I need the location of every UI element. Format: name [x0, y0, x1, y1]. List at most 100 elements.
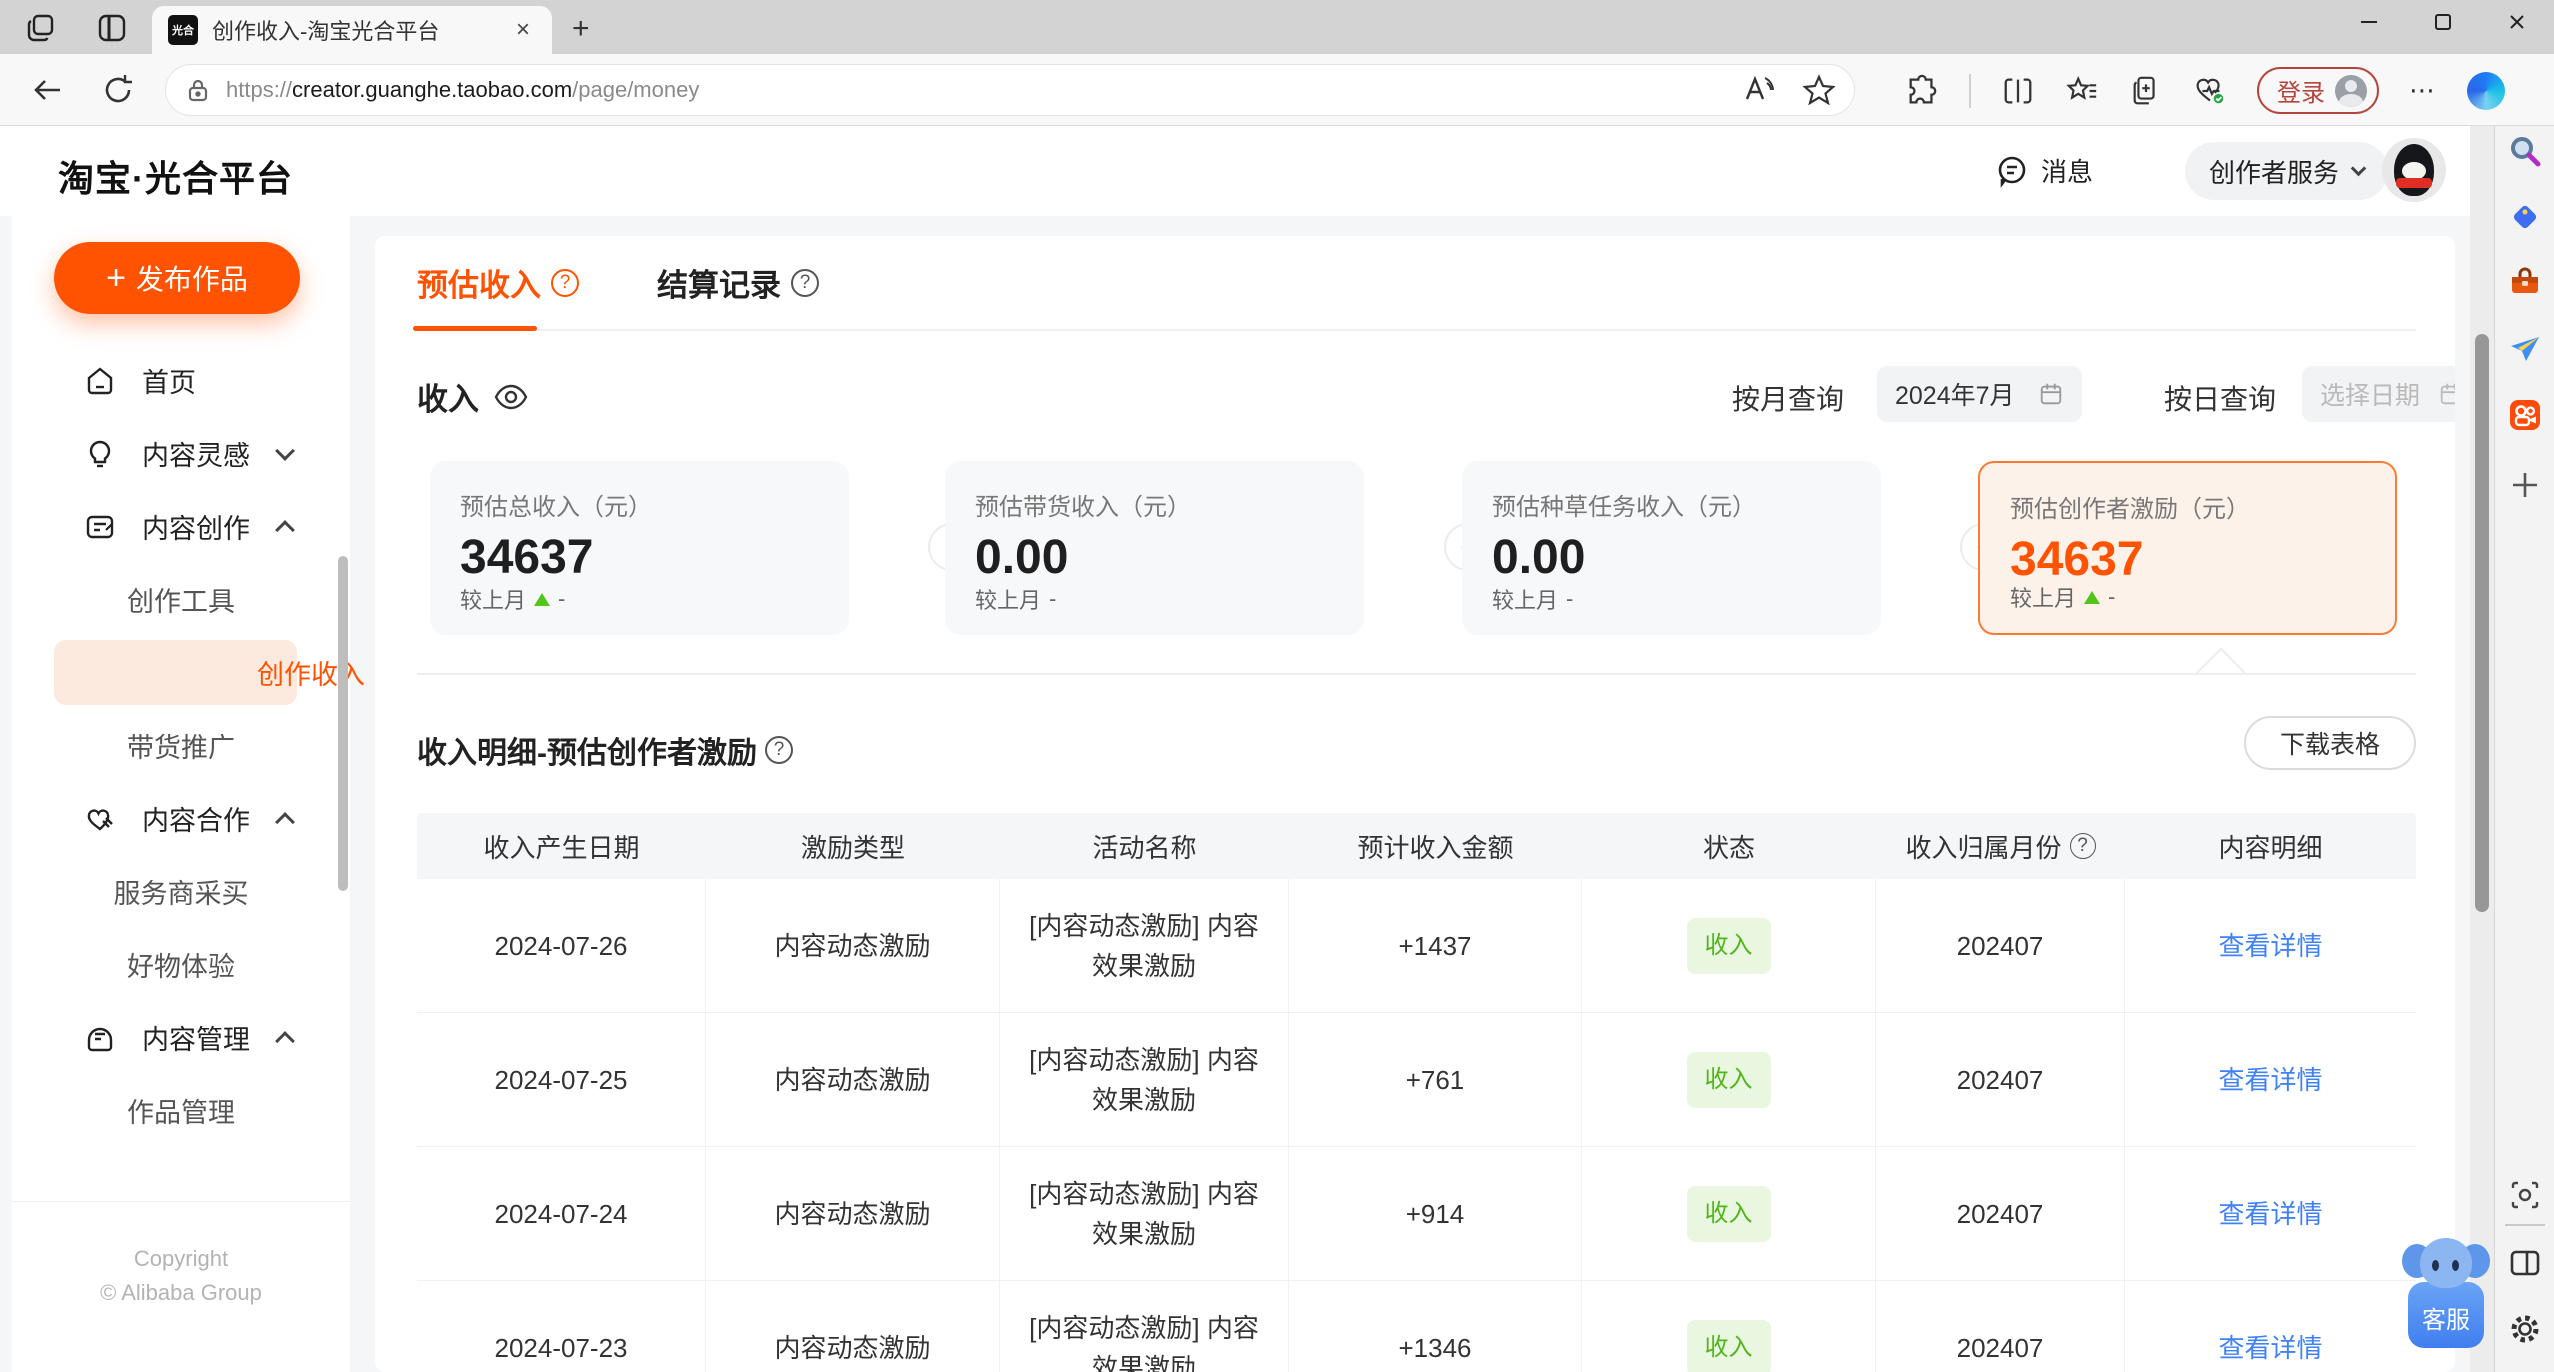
- sidebar-item-creation-tools[interactable]: 创作工具: [12, 563, 350, 636]
- archive-icon: [87, 1027, 113, 1051]
- maximize-button[interactable]: [2406, 0, 2480, 44]
- tab-strip: 光合 创作收入-淘宝光合平台 × +: [0, 0, 2554, 54]
- view-detail-link[interactable]: 查看详情: [2218, 926, 2322, 966]
- month-picker[interactable]: 2024年7月: [1877, 366, 2082, 422]
- split-screen-icon[interactable]: [2001, 74, 2035, 108]
- help-icon[interactable]: ?: [791, 268, 819, 297]
- customer-service-button[interactable]: 客服: [2402, 1238, 2490, 1348]
- browser-toolbar: https://creator.guanghe.taobao.com/page/…: [0, 54, 2554, 126]
- view-detail-link[interactable]: 查看详情: [2218, 1060, 2322, 1100]
- messages-button[interactable]: 消息: [1995, 152, 2093, 189]
- status-badge: 收入: [1686, 1051, 1771, 1108]
- query-by-month-label: 按月查询: [1732, 384, 1845, 415]
- chevron-up-icon: [275, 811, 295, 832]
- tabs-divider: [417, 329, 2416, 331]
- view-detail-link[interactable]: 查看详情: [2218, 1328, 2322, 1368]
- tab-close-icon[interactable]: ×: [510, 16, 536, 44]
- message-icon: [1998, 156, 2026, 188]
- browser-tab[interactable]: 光合 创作收入-淘宝光合平台 ×: [152, 6, 552, 54]
- page-scrollbar-thumb[interactable]: [2475, 334, 2489, 912]
- plus-icon: +: [106, 258, 126, 297]
- income-table: 收入产生日期 激励类型 活动名称 预计收入金额 状态 收入归属月份? 内容明细 …: [417, 813, 2416, 1372]
- col-header-type: 激励类型: [800, 832, 905, 863]
- favorite-star-icon[interactable]: [1802, 73, 1836, 107]
- sidebar-screenshot-icon[interactable]: [2508, 1178, 2542, 1212]
- chevron-up-icon: [275, 519, 295, 540]
- settings-more-icon[interactable]: ⋯: [2409, 75, 2437, 106]
- workspaces-icon[interactable]: [26, 12, 58, 44]
- sidebar-item-works-management[interactable]: 作品管理: [12, 1074, 350, 1147]
- up-arrow-icon: [2084, 590, 2101, 604]
- help-icon[interactable]: ?: [2069, 833, 2096, 859]
- site-header: 淘宝·光合平台 消息 创作者服务: [0, 126, 2494, 216]
- card-sales-income: 预估带货收入（元） 0.00 较上月 -: [945, 461, 1364, 635]
- sidebar-item-creation[interactable]: 内容创作: [12, 490, 350, 563]
- sidebar-layout-icon[interactable]: [2508, 1246, 2542, 1280]
- tab-estimated-income[interactable]: 预估收入 ?: [417, 260, 579, 305]
- address-bar[interactable]: https://creator.guanghe.taobao.com/page/…: [165, 64, 1855, 116]
- tab-title: 创作收入-淘宝光合平台: [212, 19, 440, 44]
- status-badge: 收入: [1686, 1185, 1771, 1242]
- creator-service-dropdown[interactable]: 创作者服务: [2185, 142, 2389, 200]
- edit-icon: [86, 515, 114, 538]
- date-picker[interactable]: 选择日期: [2302, 366, 2455, 422]
- sidebar-shopping-icon[interactable]: [2508, 200, 2542, 234]
- sidebar-item-service-purchase[interactable]: 服务商采买: [12, 855, 350, 928]
- url-text: https://creator.guanghe.taobao.com/page/…: [226, 77, 700, 102]
- publish-work-button[interactable]: + 发布作品: [54, 242, 300, 314]
- sidebar-item-cooperation[interactable]: 内容合作: [12, 782, 350, 855]
- sidebar-item-content-management[interactable]: 内容管理: [12, 1001, 350, 1074]
- refresh-icon[interactable]: [100, 72, 136, 108]
- lock-icon: [188, 79, 208, 102]
- sidebar-item-inspiration[interactable]: 内容灵感: [12, 417, 350, 490]
- hearts-icon: [87, 808, 113, 831]
- close-button[interactable]: [2480, 0, 2554, 44]
- sidebar-item-creation-income[interactable]: 创作收入: [12, 636, 365, 709]
- sidebar-send-plane-icon[interactable]: [2508, 332, 2542, 366]
- sidebar-add-icon[interactable]: [2508, 468, 2542, 502]
- help-icon[interactable]: ?: [551, 268, 579, 297]
- table-row: 2024-07-25 内容动态激励 [内容动态激励] 内容效果激励 +761 收…: [417, 1013, 2416, 1147]
- new-tab-button[interactable]: +: [572, 12, 590, 46]
- table-row: 2024-07-24 内容动态激励 [内容动态激励] 内容效果激励 +914 收…: [417, 1147, 2416, 1281]
- signin-button[interactable]: 登录: [2257, 67, 2379, 114]
- back-icon[interactable]: [30, 72, 66, 108]
- extensions-icon[interactable]: [1905, 74, 1939, 108]
- minimize-button[interactable]: [2332, 0, 2406, 44]
- status-badge: 收入: [1686, 1319, 1771, 1372]
- card-creator-incentive[interactable]: 预估创作者激励（元） 34637 较上月 -: [1978, 461, 2397, 635]
- active-tab-underline: [413, 326, 537, 331]
- detail-section-title: 收入明细-预估创作者激励 ?: [417, 728, 793, 772]
- page-viewport: 淘宝·光合平台 消息 创作者服务 + 发布作品 首页 内容灵感 内容创作 创作工…: [0, 126, 2494, 1372]
- sidebar-search-icon[interactable]: [2508, 134, 2542, 168]
- sidebar-settings-icon[interactable]: [2508, 1312, 2542, 1346]
- sidebar-kuaishou-icon[interactable]: [2508, 398, 2542, 432]
- left-navigation: + 发布作品 首页 内容灵感 内容创作 创作工具 创作收入 带货推广 内容合作 …: [12, 216, 365, 1372]
- collections-icon[interactable]: [2129, 74, 2163, 108]
- sidebar-item-home[interactable]: 首页: [12, 344, 350, 417]
- user-avatar[interactable]: [2382, 138, 2446, 202]
- site-logo[interactable]: 淘宝·光合平台: [58, 150, 293, 202]
- sidebar-item-promotion[interactable]: 带货推广: [12, 709, 350, 782]
- calendar-icon: [2040, 383, 2062, 405]
- download-table-button[interactable]: 下载表格: [2243, 716, 2416, 770]
- col-header-amount: 预计收入金额: [1357, 832, 1514, 863]
- browser-window: 光合 创作收入-淘宝光合平台 × + https://creator.guang…: [0, 0, 2554, 1372]
- col-header-status: 状态: [1702, 832, 1755, 863]
- col-header-month: 收入归属月份?: [1876, 813, 2125, 879]
- profile-avatar-icon: [2335, 74, 2367, 107]
- card-seeding-task-income: 预估种草任务收入（元） 0.00 较上月 -: [1462, 461, 1881, 635]
- copilot-icon[interactable]: [2467, 71, 2505, 110]
- eye-icon[interactable]: [493, 383, 529, 411]
- chevron-down-icon: [2350, 160, 2367, 176]
- sidebar-item-product-trial[interactable]: 好物体验: [12, 928, 350, 1001]
- read-aloud-icon[interactable]: [1742, 73, 1776, 107]
- tab-settlement-records[interactable]: 结算记录 ?: [657, 260, 819, 305]
- tab-actions-icon[interactable]: [96, 12, 128, 44]
- browser-essentials-icon[interactable]: [2193, 74, 2227, 108]
- favorites-list-icon[interactable]: [2065, 74, 2099, 108]
- help-icon[interactable]: ?: [765, 736, 793, 764]
- sidebar-tools-icon[interactable]: [2508, 266, 2542, 300]
- view-detail-link[interactable]: 查看详情: [2218, 1194, 2322, 1234]
- sidebar-scrollbar[interactable]: [338, 556, 348, 891]
